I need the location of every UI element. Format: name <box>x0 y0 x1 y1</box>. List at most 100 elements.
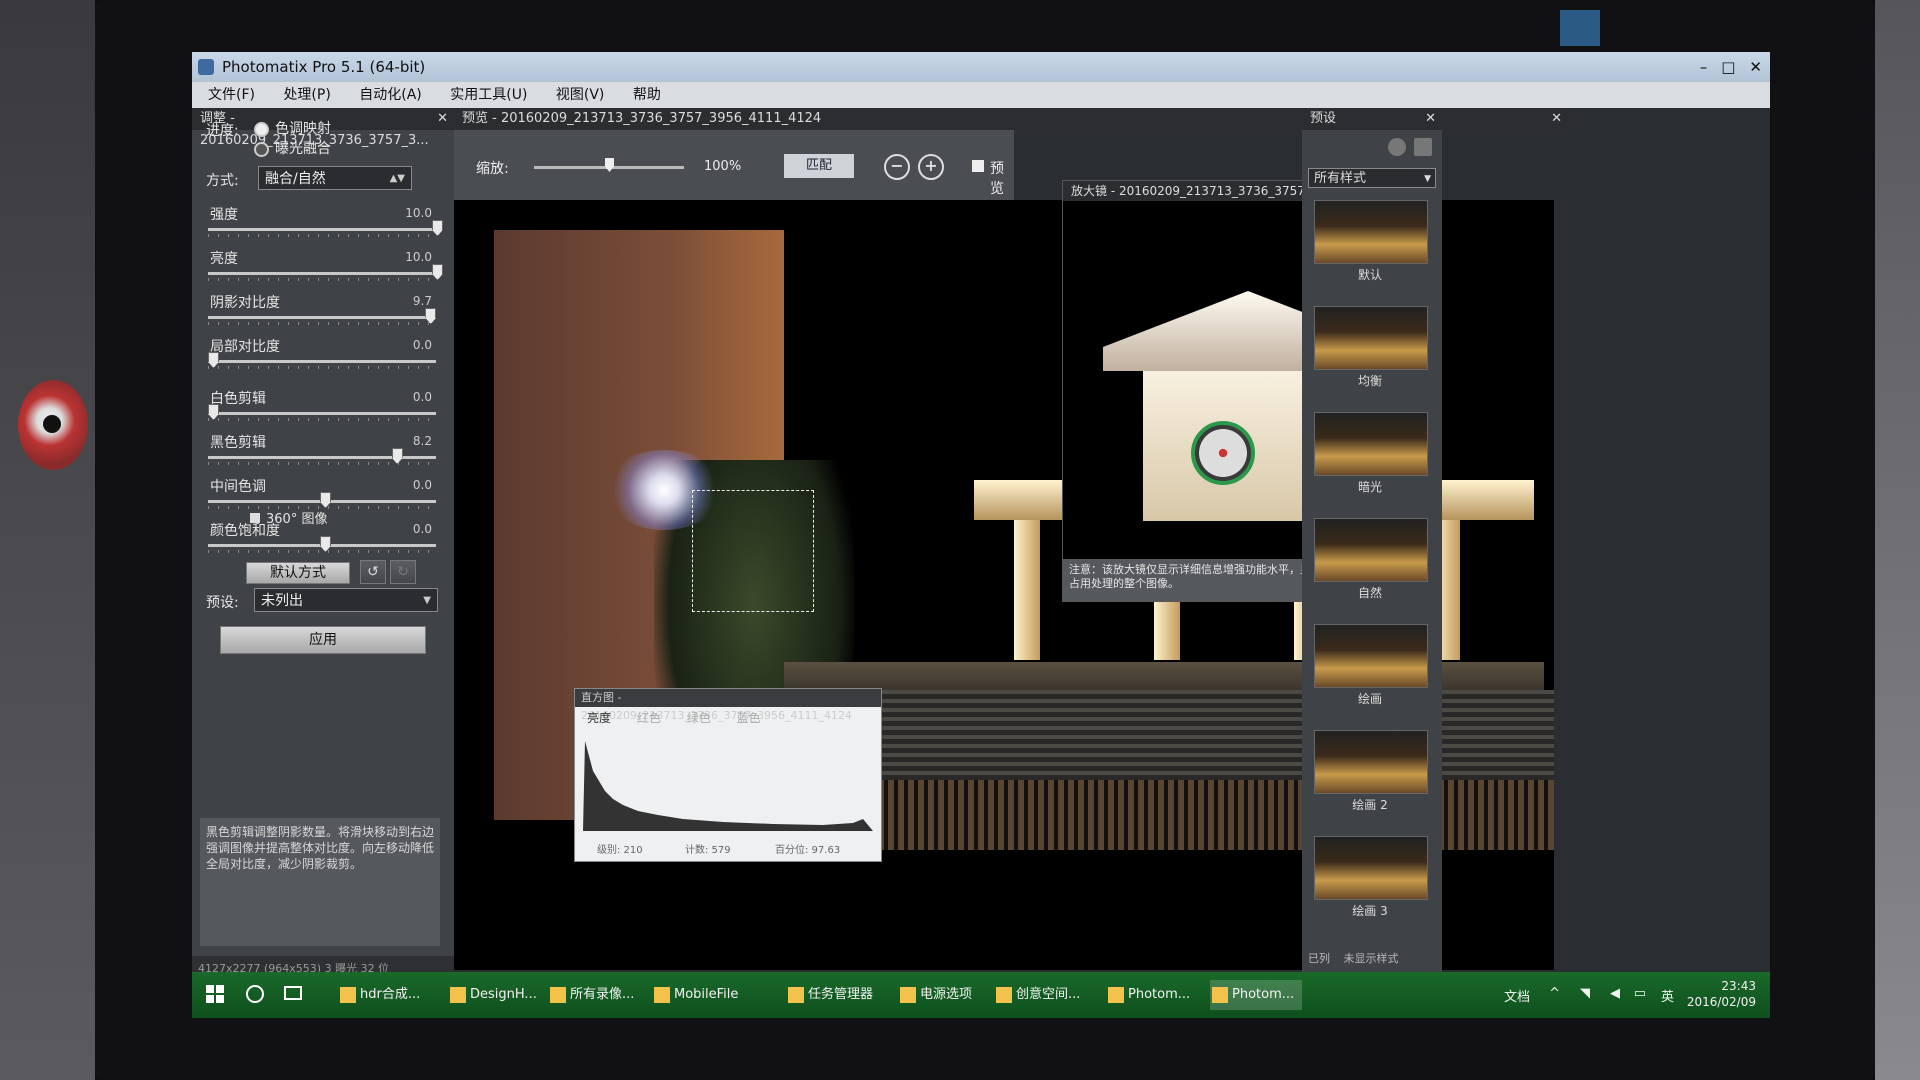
presets-title: 预设 <box>1310 111 1337 126</box>
windows-start-icon[interactable] <box>206 985 224 1003</box>
preset-thumbnail[interactable] <box>1314 412 1428 476</box>
network-icon[interactable]: ◥ <box>1580 986 1590 1001</box>
default-method-button[interactable]: 默认方式 <box>246 562 350 584</box>
slider-value: 9.7 <box>412 294 432 308</box>
preview-checkbox[interactable] <box>972 160 984 172</box>
menu-file[interactable]: 文件(F) <box>192 82 267 108</box>
background-wall-right <box>1875 0 1920 1080</box>
fit-button[interactable]: 匹配 <box>784 154 854 178</box>
close-icon[interactable]: ✕ <box>1425 108 1436 130</box>
grid-view-icon[interactable] <box>1414 138 1432 156</box>
zoom-out-icon[interactable]: − <box>884 154 910 180</box>
app-icon <box>788 987 804 1003</box>
slider-value: 10.0 <box>405 206 432 220</box>
presets-panel: 预设 ✕ 所有样式 ▼ 默认 均衡 暗光 自然 绘画 绘画 2 绘画 3 已列 未显示样式 <box>1302 108 1442 978</box>
clock[interactable]: 23:43 2016/02/09 <box>1687 978 1756 1012</box>
zoom-in-icon[interactable]: + <box>918 154 944 180</box>
menu-view[interactable]: 视图(V) <box>544 82 617 108</box>
close-icon[interactable]: ✕ <box>1749 52 1762 82</box>
slider-track[interactable] <box>208 412 436 415</box>
tab-green[interactable]: 绿色 <box>687 711 711 725</box>
preset-thumbnail[interactable] <box>1314 836 1428 900</box>
preset-thumbnail[interactable] <box>1314 624 1428 688</box>
maximize-icon[interactable]: □ <box>1721 52 1735 82</box>
slider-track[interactable] <box>208 316 436 319</box>
slider-track[interactable] <box>208 360 436 363</box>
slider-5[interactable]: 白色剪辑 0.0 <box>204 388 440 428</box>
chevron-up-icon[interactable]: ^ <box>1549 986 1560 1001</box>
method-select[interactable]: 融合/自然 ▲▼ <box>258 166 412 190</box>
taskbar-app-7[interactable]: 创意空间... <box>994 980 1088 1010</box>
menu-utilities[interactable]: 实用工具(U) <box>438 82 539 108</box>
close-icon[interactable]: ✕ <box>437 108 448 130</box>
taskbar-app-9[interactable]: Photom... <box>1210 980 1303 1010</box>
search-icon[interactable] <box>246 985 264 1003</box>
process-option-tonemap[interactable]: 色调映射 <box>254 118 331 138</box>
preset-select[interactable]: 未列出 ▼ <box>254 588 438 612</box>
apply-button[interactable]: 应用 <box>220 626 426 654</box>
slider-3[interactable]: 阴影对比度 9.7 <box>204 292 440 332</box>
add-preset-icon[interactable] <box>1388 138 1406 156</box>
slider-label: 局部对比度 <box>210 339 280 355</box>
adjust-panel: 调整 - 20160209_213713_3736_3757_3... ✕ 进度… <box>192 108 454 956</box>
tray-docs[interactable]: 文档 <box>1504 986 1530 1005</box>
presets-filter-select[interactable]: 所有样式 ▼ <box>1308 168 1436 188</box>
preset-label: 默认 <box>1357 268 1382 282</box>
presets-header: 预设 ✕ <box>1302 108 1442 130</box>
zoom-slider-thumb[interactable] <box>605 158 614 172</box>
clock-time: 23:43 <box>1721 979 1756 993</box>
checkbox-360[interactable]: 360° 图像 <box>250 508 327 527</box>
taskbar-app-8[interactable]: Photom... <box>1106 980 1198 1010</box>
process-option-fusion[interactable]: 曝光融合 <box>254 138 331 158</box>
taskbar-app-label: 创意空间... <box>1016 987 1081 1002</box>
slider-1[interactable]: 强度 10.0 <box>204 204 443 244</box>
taskbar-app-4[interactable]: MobileFile <box>652 980 746 1010</box>
slider-track[interactable] <box>208 272 436 275</box>
volume-icon[interactable]: ◀ <box>1610 986 1620 1001</box>
menu-automate[interactable]: 自动化(A) <box>347 82 434 108</box>
preset-label: 暗光 <box>1357 480 1382 494</box>
tab-blue[interactable]: 蓝色 <box>737 711 761 725</box>
presets-footer: 已列 未显示样式 <box>1308 950 1436 972</box>
undo-button[interactable]: ↺ <box>360 560 386 584</box>
slider-4[interactable]: 局部对比度 0.0 <box>204 336 440 376</box>
preset-label: 绘画 3 <box>1352 904 1388 918</box>
notification-icon[interactable]: ▭ <box>1634 986 1646 1001</box>
preset-thumbnail[interactable] <box>1314 200 1428 264</box>
taskbar-app-6[interactable]: 电源选项 <box>898 980 980 1010</box>
ime-indicator[interactable]: 英 <box>1661 986 1674 1005</box>
slider-label: 阴影对比度 <box>210 295 280 311</box>
taskbar-app-label: 所有录像... <box>570 987 635 1002</box>
taskbar-app-1[interactable]: hdr合成... <box>338 980 428 1010</box>
zoom-label: 缩放: <box>476 161 509 177</box>
preview-title: 预览 - 20160209_213713_3736_3757_3956_4111… <box>462 111 822 126</box>
menu-process[interactable]: 处理(P) <box>271 82 342 108</box>
preset-label: 自然 <box>1357 586 1382 600</box>
presets-filter-value: 所有样式 <box>1314 171 1367 186</box>
slider-track[interactable] <box>208 228 436 231</box>
presets-footer-hidden[interactable]: 未显示样式 <box>1344 952 1399 965</box>
redo-button[interactable]: ↻ <box>390 560 416 584</box>
task-view-icon[interactable] <box>284 986 302 1000</box>
slider-ticks <box>208 322 436 325</box>
histogram-percentile: 百分位: 97.63 <box>775 845 841 856</box>
app-icon <box>654 987 670 1003</box>
taskbar-app-2[interactable]: DesignH... <box>448 980 545 1010</box>
taskbar-app-3[interactable]: 所有录像... <box>548 980 642 1010</box>
magnifier-selection-box[interactable] <box>692 490 814 612</box>
histogram-count: 计数: 579 <box>685 845 731 856</box>
tab-red[interactable]: 红色 <box>637 711 661 725</box>
slider-6[interactable]: 黑色剪辑 8.2 <box>204 432 440 472</box>
slider-2[interactable]: 亮度 10.0 <box>204 248 443 288</box>
preset-thumbnail[interactable] <box>1314 730 1428 794</box>
tab-luminance[interactable]: 亮度 <box>587 711 611 725</box>
presets-footer-list[interactable]: 已列 <box>1308 952 1330 965</box>
close-icon[interactable]: ✕ <box>1551 108 1562 130</box>
taskbar-app-label: 电源选项 <box>920 987 973 1002</box>
preset-thumbnail[interactable] <box>1314 518 1428 582</box>
preset-thumbnail[interactable] <box>1314 306 1428 370</box>
taskbar-app-5[interactable]: 任务管理器 <box>786 980 881 1010</box>
menu-help[interactable]: 帮助 <box>621 82 673 108</box>
screen: Photomatix Pro 5.1 (64-bit) – □ ✕ 文件(F) … <box>192 52 1770 1018</box>
minimize-icon[interactable]: – <box>1700 52 1708 82</box>
